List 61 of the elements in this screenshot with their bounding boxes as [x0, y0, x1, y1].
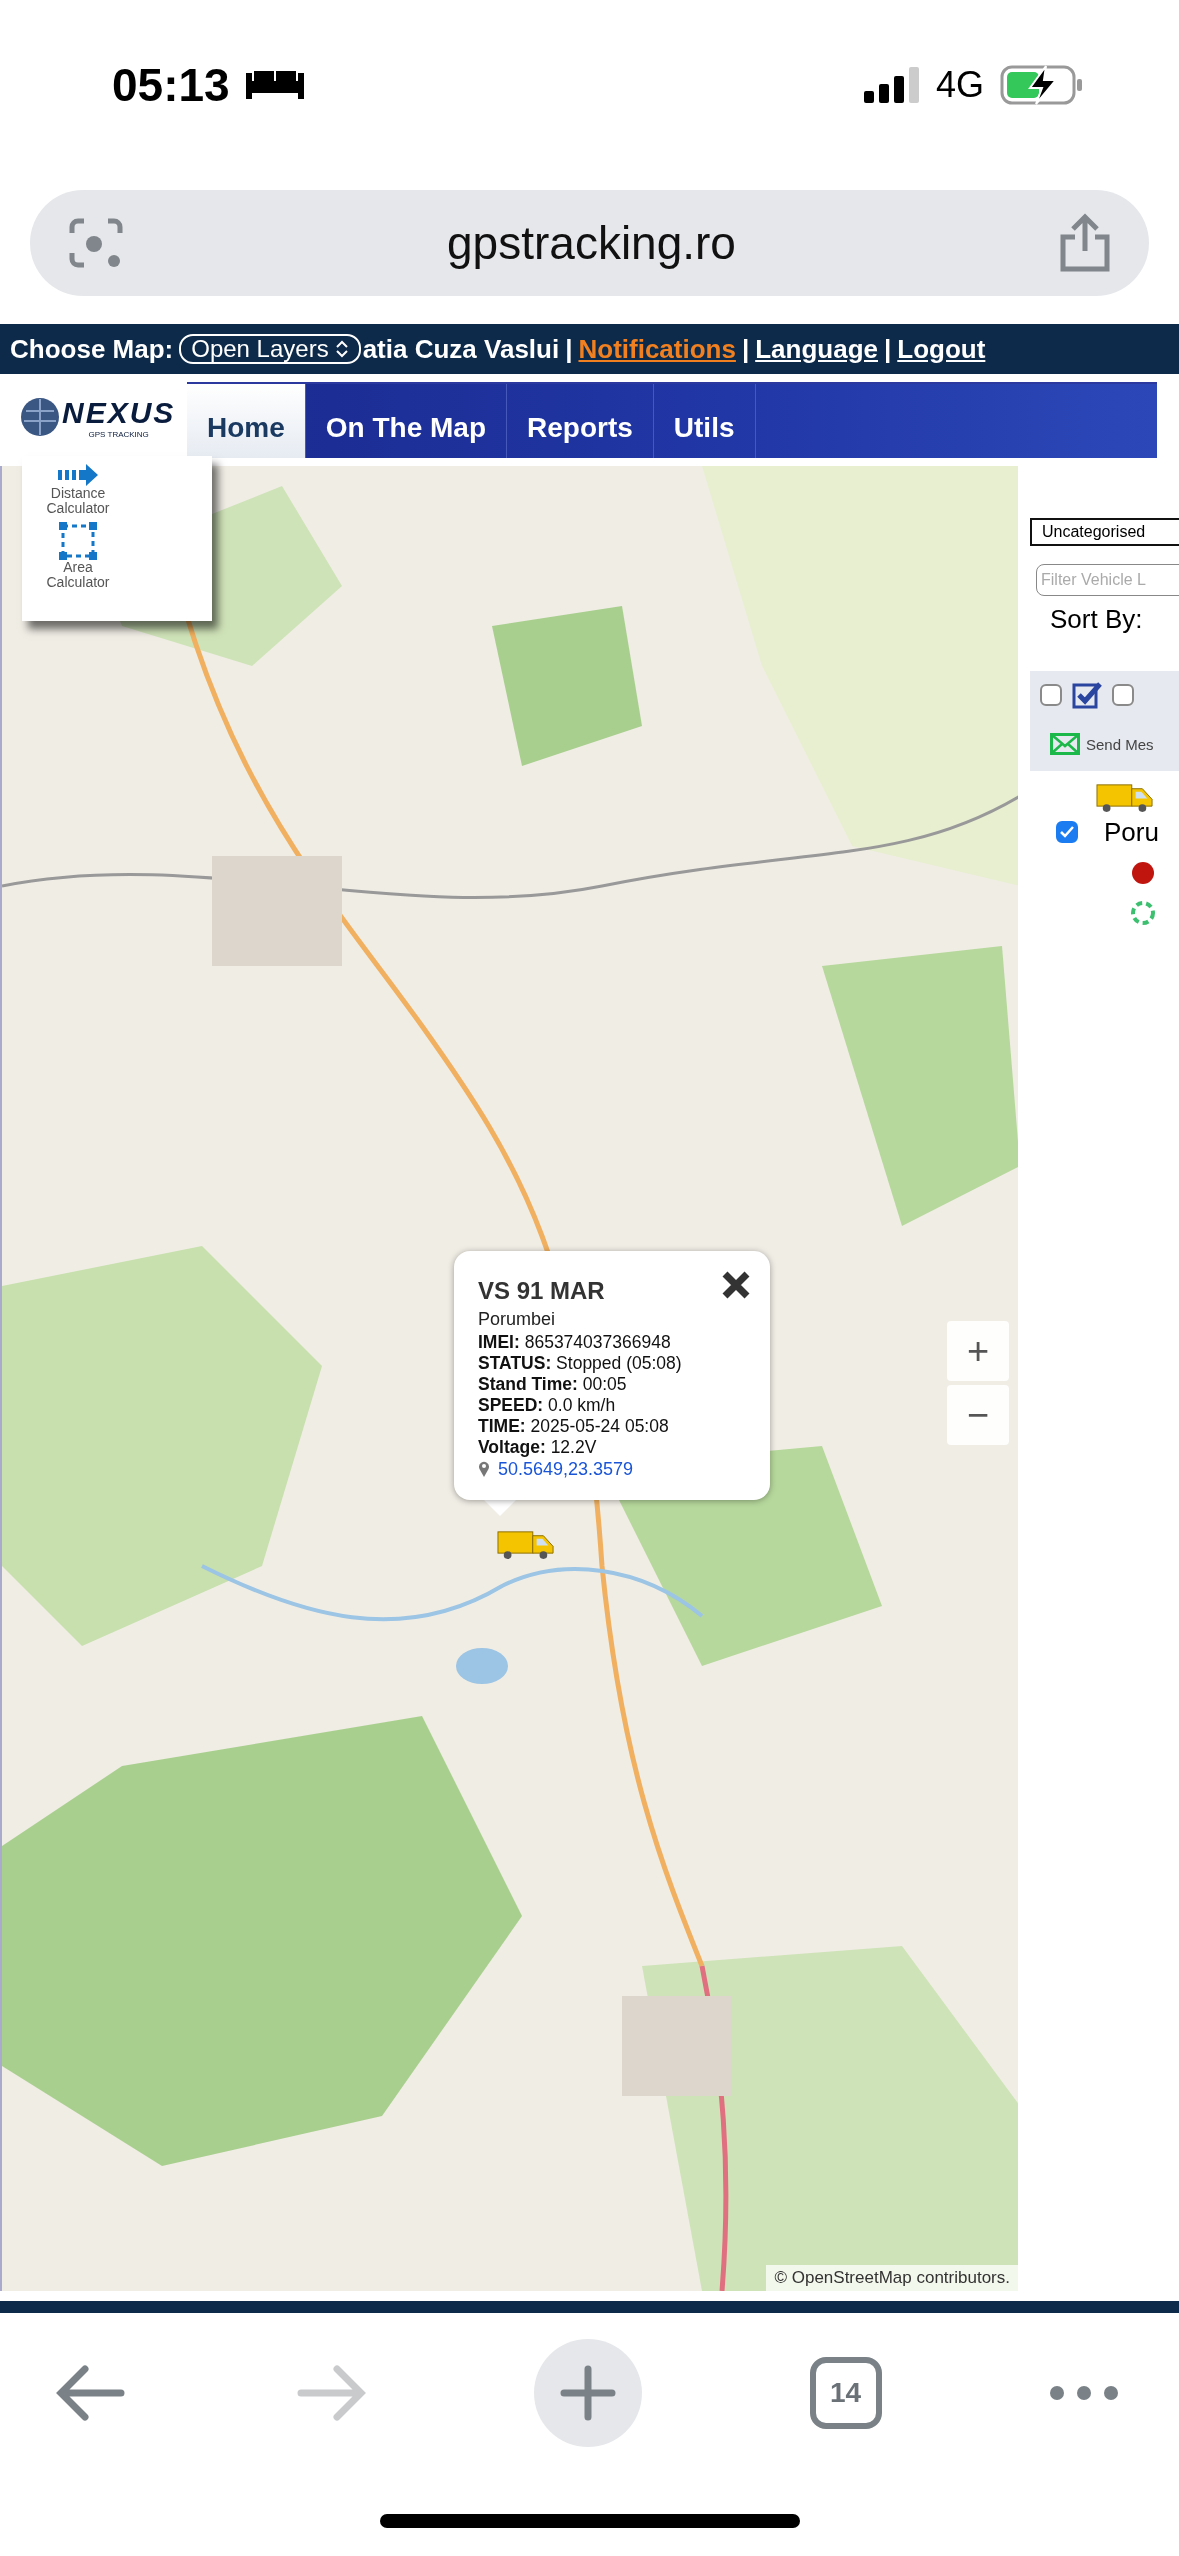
popup-subtitle: Porumbei [478, 1309, 557, 1330]
checkmark-icon [1060, 826, 1074, 839]
category-select[interactable]: Uncategorised [1030, 518, 1179, 546]
sort-label: Sort By: [1050, 604, 1143, 635]
nav-tab[interactable]: On The Map [305, 384, 508, 458]
map-attribution: © OpenStreetMap contributors. [766, 2265, 1018, 2291]
globe-icon [20, 397, 60, 437]
choose-map-label: Choose Map: [10, 333, 174, 365]
check-square-icon[interactable] [1072, 681, 1102, 709]
popup-field: Stand Time: 00:05 [478, 1374, 770, 1395]
vehicle-name[interactable]: Poru [1104, 816, 1159, 848]
logo-text: NEXUS [62, 395, 176, 430]
checkbox[interactable] [1040, 684, 1062, 706]
url-text: gpstracking.ro [447, 216, 736, 270]
nav-tab[interactable]: Home [187, 384, 306, 458]
separator-text: | [884, 333, 892, 365]
separator-text: | [741, 333, 750, 365]
header-link[interactable]: Language [755, 333, 878, 365]
back-button[interactable] [55, 2363, 127, 2423]
chevron-icon [334, 339, 349, 359]
address-bar[interactable]: gpstracking.ro [30, 190, 1149, 296]
loading-ring-icon [1130, 899, 1156, 926]
calculator-tool[interactable]: Area Calculator [36, 522, 120, 590]
arrow-icon [58, 464, 98, 486]
popup-field: SPEED: 0.0 km/h [478, 1395, 770, 1416]
account-name: atia Cuza Vaslui [362, 333, 560, 365]
close-button[interactable] [720, 1269, 752, 1301]
filter-field[interactable]: Filter Vehicle L [1036, 564, 1179, 596]
popup-field: Voltage: 12.2V [478, 1437, 770, 1458]
popup-field: TIME: 2025-05-24 05:08 [478, 1416, 770, 1437]
checkbox[interactable] [1112, 684, 1134, 706]
tabs-button[interactable]: 14 [809, 2357, 882, 2429]
popup-field: STATUS: Stopped (05:08) [478, 1353, 770, 1374]
share-icon[interactable] [1059, 213, 1111, 273]
envelope-icon [1050, 733, 1080, 755]
logo-tagline: GPS TRACKING [88, 429, 149, 439]
header-link[interactable]: Notifications [578, 333, 736, 365]
header-link[interactable]: Logout [897, 333, 986, 365]
nav-tab[interactable]: Utils [653, 384, 756, 458]
zoom-in-button[interactable]: + [947, 1321, 1009, 1381]
popup-title: VS 91 MAR [478, 1277, 606, 1305]
zoom-out-button[interactable]: − [947, 1385, 1009, 1445]
vehicle-checkbox[interactable] [1056, 821, 1078, 844]
signal-icon [863, 67, 920, 103]
location-pin-icon [478, 1460, 490, 1478]
separator-text: | [565, 333, 573, 365]
truck-icon [1096, 781, 1154, 813]
plus-icon [560, 2365, 616, 2421]
more-button[interactable] [1049, 2385, 1119, 2401]
map-select[interactable]: Open Layers [179, 334, 361, 364]
truck-icon [497, 1528, 555, 1560]
calculator-tool[interactable]: Distance Calculator [36, 464, 120, 516]
clock-time: 05:13 [112, 58, 230, 112]
dashed-square-icon [59, 522, 97, 560]
battery-charging-icon [1000, 64, 1084, 106]
coordinates-link[interactable]: 50.5649,23.3579 [498, 1458, 634, 1480]
send-message-button[interactable]: Send Mes [1040, 733, 1179, 755]
nav-tab[interactable]: Reports [507, 384, 654, 458]
bed-icon [243, 69, 306, 101]
popup-field: IMEI: 865374037366948 [478, 1332, 770, 1353]
network-label: 4G [935, 64, 984, 106]
